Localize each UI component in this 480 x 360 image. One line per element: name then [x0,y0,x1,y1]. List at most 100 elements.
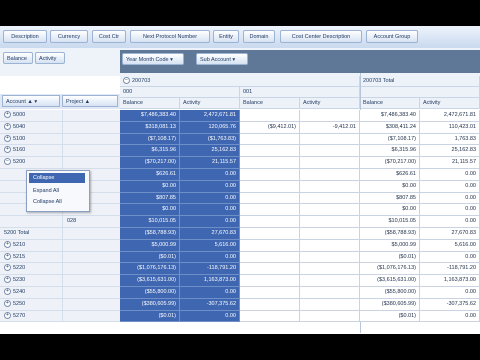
expand-icon[interactable]: + [4,122,11,130]
cell-activity-total[interactable]: 0.00 [420,216,480,228]
cell-activity-total[interactable]: 0.00 [420,251,480,264]
cell-balance-000[interactable]: $807.85 [120,192,180,205]
cell-activity-001[interactable] [300,287,360,299]
row-label-account[interactable]: +5270 [0,310,62,323]
cell-balance-total[interactable]: $0.00 [360,204,420,217]
expand-icon[interactable]: + [4,264,11,272]
cell-balance-001[interactable] [240,216,300,228]
row-label-account[interactable]: +5210 [0,239,62,252]
row-label-account[interactable]: +5040 [0,121,62,134]
cell-balance-000[interactable]: $0.00 [120,180,180,193]
cell-balance-000[interactable]: $626.61 [120,169,180,181]
cell-activity-001[interactable] [300,239,360,252]
row-label-account[interactable]: +5240 [0,287,62,299]
data-field-balance[interactable]: Balance [3,52,33,64]
field-next-protocol-number[interactable]: Next Protocol Number [130,30,210,43]
cell-activity-001[interactable] [300,192,360,205]
cell-activity-total[interactable]: 5,616.00 [420,239,480,252]
menu-item-collapse[interactable]: Collapse [29,173,85,183]
column-field-sub-account[interactable]: Sub Account ▾ [196,53,248,65]
expand-icon[interactable]: + [4,134,11,142]
cell-balance-000[interactable]: ($0.01) [120,251,180,264]
cell-activity-001[interactable] [300,298,360,311]
menu-item-expand-all[interactable]: Expand All [29,186,85,196]
expand-icon[interactable]: + [4,299,11,307]
cell-activity-000[interactable]: 0.00 [180,192,240,205]
cell-activity-000[interactable]: 5,616.00 [180,239,240,252]
cell-activity-001[interactable] [300,310,360,323]
cell-balance-001[interactable] [240,169,300,181]
field-entity[interactable]: Entity [213,30,239,43]
cell-balance-total[interactable]: ($0.01) [360,310,420,323]
expand-icon[interactable]: + [4,146,11,154]
field-cost-ctr[interactable]: Cost Ctr [92,30,126,43]
cell-balance-000[interactable]: ($0.01) [120,310,180,323]
cell-activity-total[interactable]: 0.00 [420,192,480,205]
row-field-account[interactable]: Account ▲ ▾ [2,95,60,107]
cell-activity-000[interactable]: 0.00 [180,169,240,181]
cell-activity-total[interactable]: 110,423.01 [420,121,480,134]
expand-icon[interactable]: + [4,252,11,260]
cell-activity-001[interactable] [300,251,360,264]
row-label-account[interactable]: +5220 [0,263,62,276]
cell-balance-total[interactable]: $308,411.24 [360,121,420,134]
cell-activity-total[interactable]: 25,162.83 [420,145,480,158]
cell-balance-total[interactable]: $10,015.05 [360,216,420,228]
cell-balance-total[interactable]: $6,315.96 [360,145,420,158]
cell-balance-total[interactable]: ($55,800.00) [360,287,420,299]
row-label-account[interactable]: +5250 [0,298,62,311]
cell-balance-000[interactable]: $318,081.13 [120,121,180,134]
cell-activity-total[interactable]: 1,163,873.00 [420,275,480,287]
cell-activity-total[interactable]: 2,472,671.81 [420,110,480,122]
cell-activity-000[interactable]: 120,065.76 [180,121,240,134]
cell-balance-total[interactable]: ($58,788.93) [360,228,420,240]
cell-balance-000[interactable]: ($70,217.00) [120,157,180,169]
cell-balance-001[interactable] [240,157,300,169]
cell-activity-001[interactable] [300,110,360,122]
expand-icon[interactable]: + [4,311,11,319]
cell-activity-000[interactable]: 0.00 [180,287,240,299]
field-account-group[interactable]: Account Group [366,30,418,43]
cell-balance-total[interactable]: $0.00 [360,180,420,193]
cell-activity-total[interactable]: 0.00 [420,180,480,193]
row-label-account[interactable] [0,216,62,228]
cell-balance-total[interactable]: $7,486,383.40 [360,110,420,122]
cell-activity-001[interactable] [300,180,360,193]
cell-balance-total[interactable]: ($380,605.99) [360,298,420,311]
cell-balance-001[interactable] [240,204,300,217]
cell-activity-total[interactable]: 21,115.57 [420,157,480,169]
cell-balance-001[interactable] [240,110,300,122]
row-label-account[interactable]: +5000 [0,110,62,122]
cell-activity-000[interactable]: 0.00 [180,204,240,217]
cell-activity-total[interactable]: 1,763.83 [420,133,480,146]
cell-balance-total[interactable]: ($7,108.17) [360,133,420,146]
row-label-account[interactable]: +5100 [0,133,62,146]
column-field-year-month[interactable]: Year Month Code ▾ [122,53,184,65]
cell-balance-001[interactable] [240,298,300,311]
cell-balance-001[interactable] [240,287,300,299]
cell-balance-total[interactable]: $807.85 [360,192,420,205]
cell-activity-total[interactable]: 0.00 [420,310,480,323]
cell-activity-001[interactable] [300,216,360,228]
field-description[interactable]: Description [3,30,47,43]
cell-balance-001[interactable] [240,192,300,205]
cell-activity-001[interactable] [300,157,360,169]
cell-balance-001[interactable] [240,275,300,287]
cell-balance-000[interactable]: ($3,615,631.00) [120,275,180,287]
cell-balance-001[interactable] [240,251,300,264]
field-currency[interactable]: Currency [50,30,88,43]
cell-balance-001[interactable] [240,263,300,276]
cell-activity-total[interactable]: -118,791.20 [420,263,480,276]
row-label-account[interactable]: 5200 Total [0,228,62,240]
cell-balance-000[interactable]: ($1,076,176.13) [120,263,180,276]
cell-balance-000[interactable]: ($7,108.17) [120,133,180,146]
cell-balance-000[interactable]: $0.00 [120,204,180,217]
cell-balance-001[interactable]: ($9,412.01) [240,121,300,134]
cell-activity-total[interactable]: 27,670.83 [420,228,480,240]
cell-balance-000[interactable]: ($55,800.00) [120,287,180,299]
cell-activity-total[interactable]: -307,375.62 [420,298,480,311]
menu-item-collapse-all[interactable]: Collapse All [29,197,85,207]
cell-activity-001[interactable] [300,133,360,146]
cell-balance-total[interactable]: $5,000.99 [360,239,420,252]
cell-activity-000[interactable]: 27,670.83 [180,228,240,240]
